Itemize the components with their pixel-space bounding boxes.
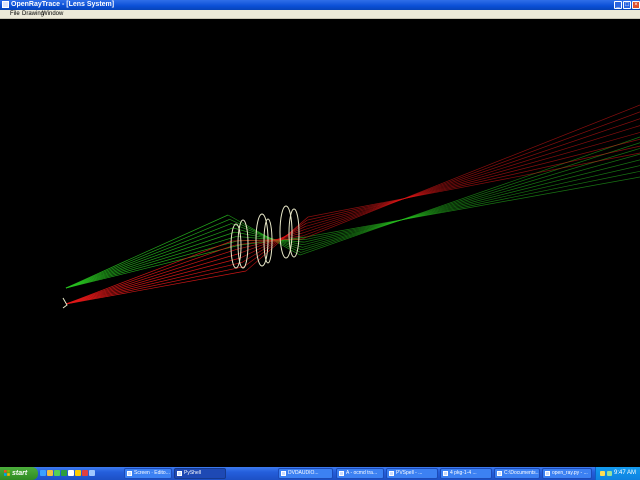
ray-trace-canvas[interactable] bbox=[0, 19, 640, 466]
taskbar-button[interactable]: C:\Documents... bbox=[494, 468, 540, 479]
red-ray bbox=[65, 266, 245, 305]
taskbar-button[interactable]: 4 pkg-1-4 ... bbox=[440, 468, 492, 479]
menu-bar: File Drawing Window bbox=[0, 10, 640, 19]
menu-file[interactable]: File bbox=[10, 10, 20, 18]
ray-trace-viewport[interactable] bbox=[0, 19, 640, 466]
green-ray bbox=[300, 142, 640, 253]
taskbar-button[interactable]: open_ray.py - ... bbox=[542, 468, 592, 479]
red-ray bbox=[303, 118, 640, 234]
quick-launch-folder-icon[interactable] bbox=[47, 470, 53, 476]
windows-logo-icon bbox=[4, 470, 10, 476]
quick-launch-misc-icon[interactable] bbox=[75, 470, 81, 476]
close-button[interactable]: × bbox=[632, 1, 640, 9]
quick-launch-excel-icon[interactable] bbox=[61, 470, 67, 476]
red-ray bbox=[305, 132, 640, 227]
maximize-button[interactable]: □ bbox=[623, 1, 631, 9]
green-ray bbox=[65, 227, 234, 289]
green-ray bbox=[305, 176, 640, 238]
program-icon bbox=[497, 471, 502, 476]
red-ray bbox=[307, 152, 640, 218]
program-icon bbox=[389, 471, 394, 476]
program-icon bbox=[443, 471, 448, 476]
taskbar-button-label: C:\Documents... bbox=[504, 470, 540, 476]
red-ray bbox=[239, 226, 306, 259]
title-bar[interactable]: OpenRayTrace - [Lens System] _ □ × bbox=[0, 0, 640, 10]
quick-launch-misc-icon[interactable] bbox=[68, 470, 74, 476]
green-ray bbox=[304, 165, 640, 243]
tray-volume-icon[interactable] bbox=[607, 471, 612, 476]
app-icon bbox=[2, 1, 9, 8]
red-ray bbox=[304, 125, 640, 230]
ray-bundles bbox=[65, 104, 640, 305]
taskbar-button-label: open_ray.py - ... bbox=[552, 470, 588, 476]
system-tray: 9:47 AM bbox=[595, 467, 640, 480]
taskbar-button-label: 4 pkg-1-4 ... bbox=[450, 470, 477, 476]
green-ray bbox=[299, 136, 640, 256]
quick-launch-media-icon[interactable] bbox=[54, 470, 60, 476]
green-ray bbox=[301, 148, 640, 251]
taskbar-button-label: PyShell bbox=[184, 470, 201, 476]
taskbar-button[interactable]: Screen · Edito... bbox=[124, 468, 172, 479]
quick-launch-ie-icon[interactable] bbox=[40, 470, 46, 476]
taskbar-button[interactable]: PVSpell - ... bbox=[386, 468, 438, 479]
program-icon bbox=[339, 471, 344, 476]
taskbar: start Screen · Edito... PyShell DVDAUDIO..… bbox=[0, 467, 640, 480]
program-icon bbox=[281, 471, 286, 476]
tray-network-icon[interactable] bbox=[600, 471, 605, 476]
start-label: start bbox=[12, 470, 28, 477]
taskbar-button[interactable]: PyShell bbox=[174, 468, 226, 479]
taskbar-button[interactable]: DVDAUDIO... bbox=[278, 468, 333, 479]
red-ray bbox=[302, 111, 640, 237]
taskbar-button[interactable]: A - ocmd tra... bbox=[336, 468, 384, 479]
quick-launch-misc-icon[interactable] bbox=[82, 470, 88, 476]
red-ray bbox=[65, 244, 235, 305]
green-ray bbox=[302, 153, 640, 248]
menu-window[interactable]: Window bbox=[42, 10, 63, 18]
taskbar-button-label: Screen · Edito... bbox=[134, 470, 170, 476]
taskbar-button-label: PVSpell - ... bbox=[396, 470, 423, 476]
minimize-button[interactable]: _ bbox=[614, 1, 622, 9]
green-ray bbox=[65, 240, 239, 289]
program-icon bbox=[127, 471, 132, 476]
image-plane-marker bbox=[62, 297, 68, 309]
clock: 9:47 AM bbox=[613, 470, 636, 476]
start-button[interactable]: start bbox=[0, 467, 38, 480]
menu-drawing[interactable]: Drawing bbox=[22, 10, 44, 18]
program-icon bbox=[545, 471, 550, 476]
green-ray bbox=[303, 159, 640, 246]
red-ray bbox=[301, 104, 640, 240]
taskbar-button-label: DVDAUDIO... bbox=[288, 470, 319, 476]
red-ray bbox=[307, 145, 640, 221]
green-ray bbox=[65, 236, 237, 289]
red-ray bbox=[65, 262, 243, 305]
taskbar-button-label: A - ocmd tra... bbox=[346, 470, 378, 476]
quick-launch-misc-icon[interactable] bbox=[89, 470, 95, 476]
window-title: OpenRayTrace - [Lens System] bbox=[11, 1, 115, 8]
program-icon bbox=[177, 471, 182, 476]
